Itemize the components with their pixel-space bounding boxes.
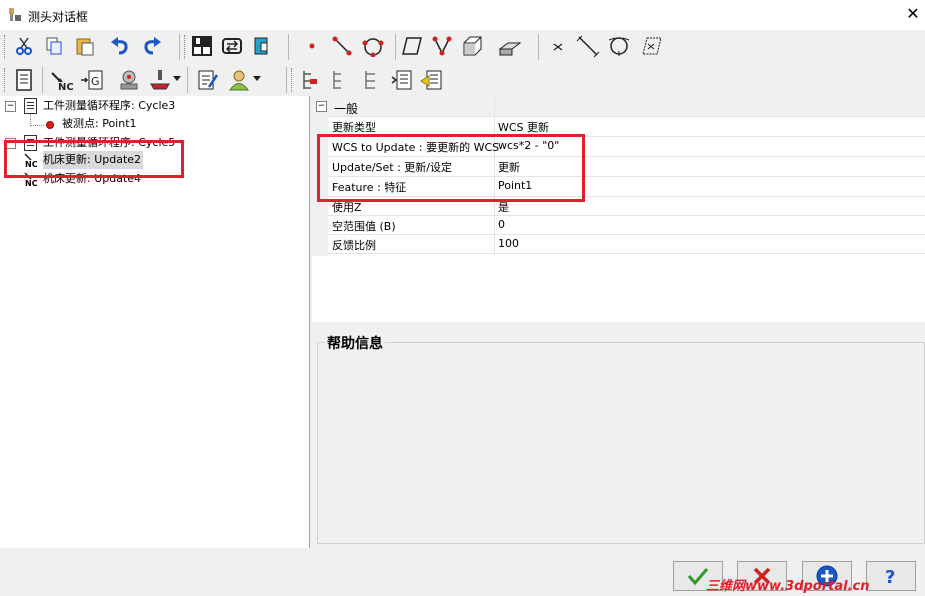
point-feature-icon[interactable] bbox=[300, 34, 324, 58]
list-icon[interactable] bbox=[390, 68, 414, 92]
help-content bbox=[317, 342, 925, 544]
tool-table-icon[interactable] bbox=[190, 34, 214, 58]
circle-feature-icon[interactable] bbox=[361, 34, 385, 58]
window-title: 测头对话框 bbox=[28, 10, 89, 24]
operator-icon[interactable] bbox=[228, 68, 252, 92]
properties-grid: − 一般 更新类型 WCS 更新 WCS to Update : 要更新的 WC… bbox=[312, 96, 925, 323]
chevron-down-icon[interactable] bbox=[252, 72, 262, 86]
notes-icon[interactable] bbox=[420, 68, 444, 92]
tree-item-point1[interactable]: 被测点: Point1 bbox=[62, 115, 137, 133]
probe-block-icon[interactable] bbox=[250, 34, 274, 58]
toolbar-grip[interactable] bbox=[4, 35, 8, 59]
collapse-toggle[interactable]: − bbox=[316, 101, 327, 112]
category-label: 一般 bbox=[334, 102, 359, 116]
undo-icon[interactable] bbox=[108, 34, 132, 58]
property-name: 反馈比例 bbox=[332, 239, 376, 252]
toolbar-separator bbox=[179, 34, 180, 60]
probe-head-icon[interactable] bbox=[117, 68, 141, 92]
question-icon: ? bbox=[885, 567, 895, 587]
point-icon bbox=[46, 121, 54, 129]
close-icon[interactable]: ✕ bbox=[905, 6, 921, 22]
toolbar-separator bbox=[288, 34, 289, 60]
construct-circle-icon[interactable] bbox=[607, 34, 631, 58]
property-name: 更新类型 bbox=[332, 121, 376, 134]
insert-before-icon[interactable] bbox=[298, 68, 322, 92]
toolbar-grip[interactable] bbox=[184, 35, 188, 59]
tree-item-label: 被测点: Point1 bbox=[62, 117, 137, 130]
svg-text:NC: NC bbox=[25, 179, 38, 187]
property-value[interactable]: WCS 更新 bbox=[498, 119, 549, 135]
document-icon bbox=[24, 98, 37, 114]
property-value[interactable]: 100 bbox=[498, 237, 519, 250]
insert-after-icon[interactable] bbox=[328, 68, 352, 92]
plane-feature-icon[interactable] bbox=[400, 34, 424, 58]
secondary-toolbar: NC G bbox=[0, 64, 925, 96]
property-name: 空范围值 (B) bbox=[332, 220, 396, 233]
line-feature-icon[interactable] bbox=[330, 34, 354, 58]
construct-line-icon[interactable] bbox=[576, 34, 600, 58]
svg-text:G: G bbox=[91, 75, 100, 88]
toolbar-separator bbox=[395, 34, 396, 60]
main-toolbar bbox=[0, 30, 925, 64]
app-icon bbox=[7, 7, 23, 23]
angle-feature-icon[interactable] bbox=[430, 34, 454, 58]
toolbar-separator bbox=[538, 34, 539, 60]
report-icon[interactable] bbox=[12, 68, 36, 92]
g-code-icon[interactable]: G bbox=[80, 68, 104, 92]
nc-output-icon[interactable]: NC bbox=[50, 68, 74, 92]
chevron-down-icon[interactable] bbox=[172, 72, 182, 86]
box-feature-icon[interactable] bbox=[460, 34, 484, 58]
highlight-box-tree bbox=[4, 140, 184, 178]
help-panel: 帮助信息 bbox=[312, 322, 925, 546]
highlight-box-properties bbox=[317, 134, 585, 202]
tool-change-icon[interactable] bbox=[148, 68, 172, 92]
cut-icon[interactable] bbox=[12, 34, 36, 58]
property-value[interactable]: 0 bbox=[498, 218, 505, 231]
property-row[interactable]: 反馈比例 100 bbox=[328, 235, 925, 254]
toolbar-separator bbox=[187, 67, 188, 93]
edge-feature-icon[interactable] bbox=[498, 34, 522, 58]
insert-child-icon[interactable] bbox=[360, 68, 384, 92]
toolbar-grip[interactable] bbox=[291, 68, 295, 92]
copy-icon[interactable] bbox=[42, 34, 66, 58]
svg-text:?: ? bbox=[885, 567, 895, 587]
help-button[interactable]: ? bbox=[866, 561, 916, 591]
intersect-point-icon[interactable] bbox=[546, 34, 570, 58]
paste-icon[interactable] bbox=[73, 34, 97, 58]
tree-item-label: 工件测量循环程序: Cycle3 bbox=[43, 99, 176, 112]
watermark: 三维网www.3dportal.cn bbox=[706, 579, 870, 594]
transfer-icon[interactable] bbox=[220, 34, 244, 58]
property-row[interactable]: 空范围值 (B) 0 bbox=[328, 216, 925, 235]
collapse-toggle[interactable]: − bbox=[5, 101, 16, 112]
toolbar-separator bbox=[42, 67, 43, 93]
tree-connector bbox=[30, 125, 44, 126]
title-bar: 测头对话框 ✕ bbox=[0, 0, 925, 30]
toolbar-grip[interactable] bbox=[4, 68, 8, 92]
category-row bbox=[312, 96, 925, 117]
redo-icon[interactable] bbox=[140, 34, 164, 58]
svg-text:NC: NC bbox=[58, 82, 74, 91]
edit-program-icon[interactable] bbox=[196, 68, 220, 92]
tree-item-cycle3[interactable]: 工件测量循环程序: Cycle3 bbox=[43, 97, 175, 115]
toolbar-separator bbox=[286, 67, 287, 93]
construct-plane-icon[interactable] bbox=[640, 34, 664, 58]
help-title: 帮助信息 bbox=[325, 333, 385, 353]
